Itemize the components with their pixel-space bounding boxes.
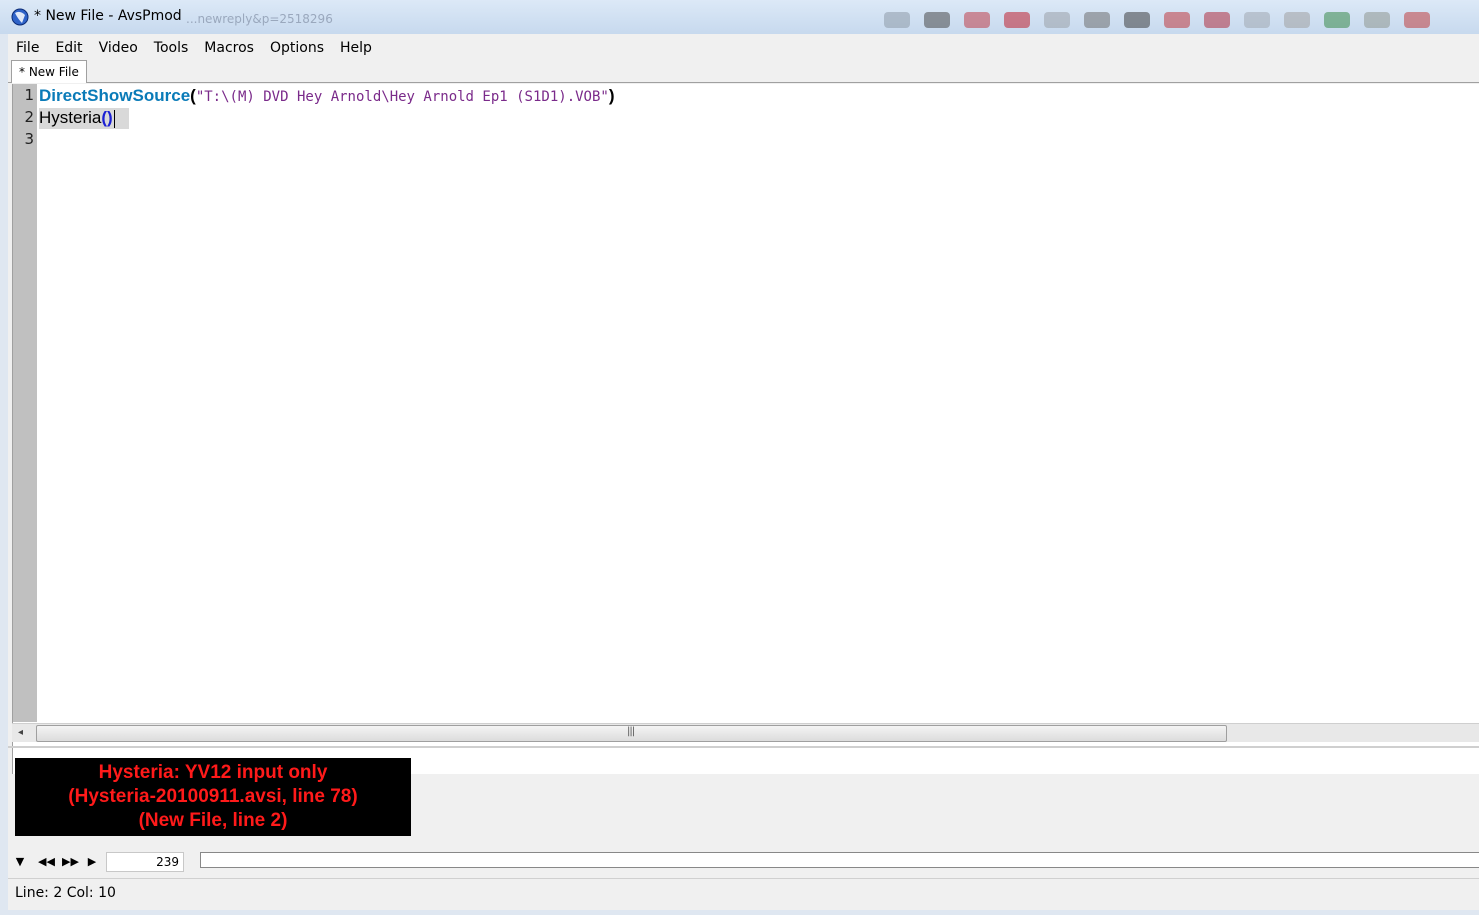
horizontal-scrollbar[interactable]: ◂ ||| (12, 723, 1479, 742)
error-message-line: (Hysteria-20100911.avsi, line 78) (68, 786, 358, 807)
tab-strip: * New File (8, 58, 1479, 83)
line-number-gutter: 1 2 3 (13, 84, 37, 722)
code-bracket-matched: () (101, 108, 113, 127)
code-string: "T:\(M) DVD Hey Arnold\Hey Arnold Ep1 (S… (195, 89, 609, 105)
video-seek-slider[interactable] (200, 852, 1479, 868)
tab-new-file[interactable]: * New File (11, 60, 87, 83)
code-keyword: DirectShowSource (39, 86, 191, 105)
video-preview[interactable]: Hysteria: YV12 input only (Hysteria-2010… (15, 758, 411, 836)
step-back-icon[interactable]: ◀◀ (38, 855, 55, 868)
menu-help[interactable]: Help (332, 36, 380, 58)
error-message-line: (New File, line 2) (138, 810, 288, 831)
step-forward-icon[interactable]: ▶▶ (62, 855, 79, 868)
play-icon[interactable]: ▶ (86, 855, 98, 868)
background-ghost-text: ...newreply&p=2518296 (186, 12, 333, 26)
code-bracket: ) (608, 86, 615, 105)
menu-edit[interactable]: Edit (47, 36, 90, 58)
text-caret (113, 109, 115, 128)
script-editor[interactable]: 1 2 3 DirectShowSource("T:\(M) DVD Hey A… (12, 84, 1479, 774)
menu-bar: File Edit Video Tools Macros Options Hel… (8, 36, 380, 58)
splitter[interactable] (8, 746, 1479, 748)
error-message-line: Hysteria: YV12 input only (98, 762, 328, 783)
status-line-col: Line: 2 Col: 10 (15, 885, 116, 901)
toggle-video-icon[interactable]: ▼ (14, 855, 26, 868)
menu-video[interactable]: Video (91, 36, 146, 58)
scrollbar-thumb[interactable]: ||| (36, 725, 1227, 742)
window-title: * New File - AvsPmod (34, 8, 182, 24)
scroll-left-arrow-icon[interactable]: ◂ (18, 727, 23, 738)
code-function: Hysteria (39, 108, 102, 127)
video-transport-controls: ▼ ◀◀ ▶▶ ▶ (14, 850, 98, 872)
menu-macros[interactable]: Macros (196, 36, 262, 58)
avspmod-app-icon (11, 8, 29, 26)
line-number: 2 (24, 108, 34, 126)
menu-file[interactable]: File (8, 36, 47, 58)
background-toolbar-ghost (884, 10, 1474, 30)
frame-number-input[interactable]: 239 (106, 852, 184, 872)
menu-options[interactable]: Options (262, 36, 332, 58)
menu-tools[interactable]: Tools (146, 36, 197, 58)
scrollbar-grip-icon: ||| (627, 726, 635, 737)
code-line-1[interactable]: DirectShowSource("T:\(M) DVD Hey Arnold\… (39, 86, 615, 106)
line-number: 1 (24, 86, 34, 104)
title-bar[interactable]: * New File - AvsPmod ...newreply&p=25182… (0, 0, 1479, 34)
client-area: File Edit Video Tools Macros Options Hel… (8, 34, 1479, 910)
status-bar: Line: 2 Col: 10 (8, 878, 1479, 911)
app-window: * New File - AvsPmod ...newreply&p=25182… (0, 0, 1479, 915)
code-line-2[interactable]: Hysteria() (39, 108, 115, 128)
line-number: 3 (24, 130, 34, 148)
